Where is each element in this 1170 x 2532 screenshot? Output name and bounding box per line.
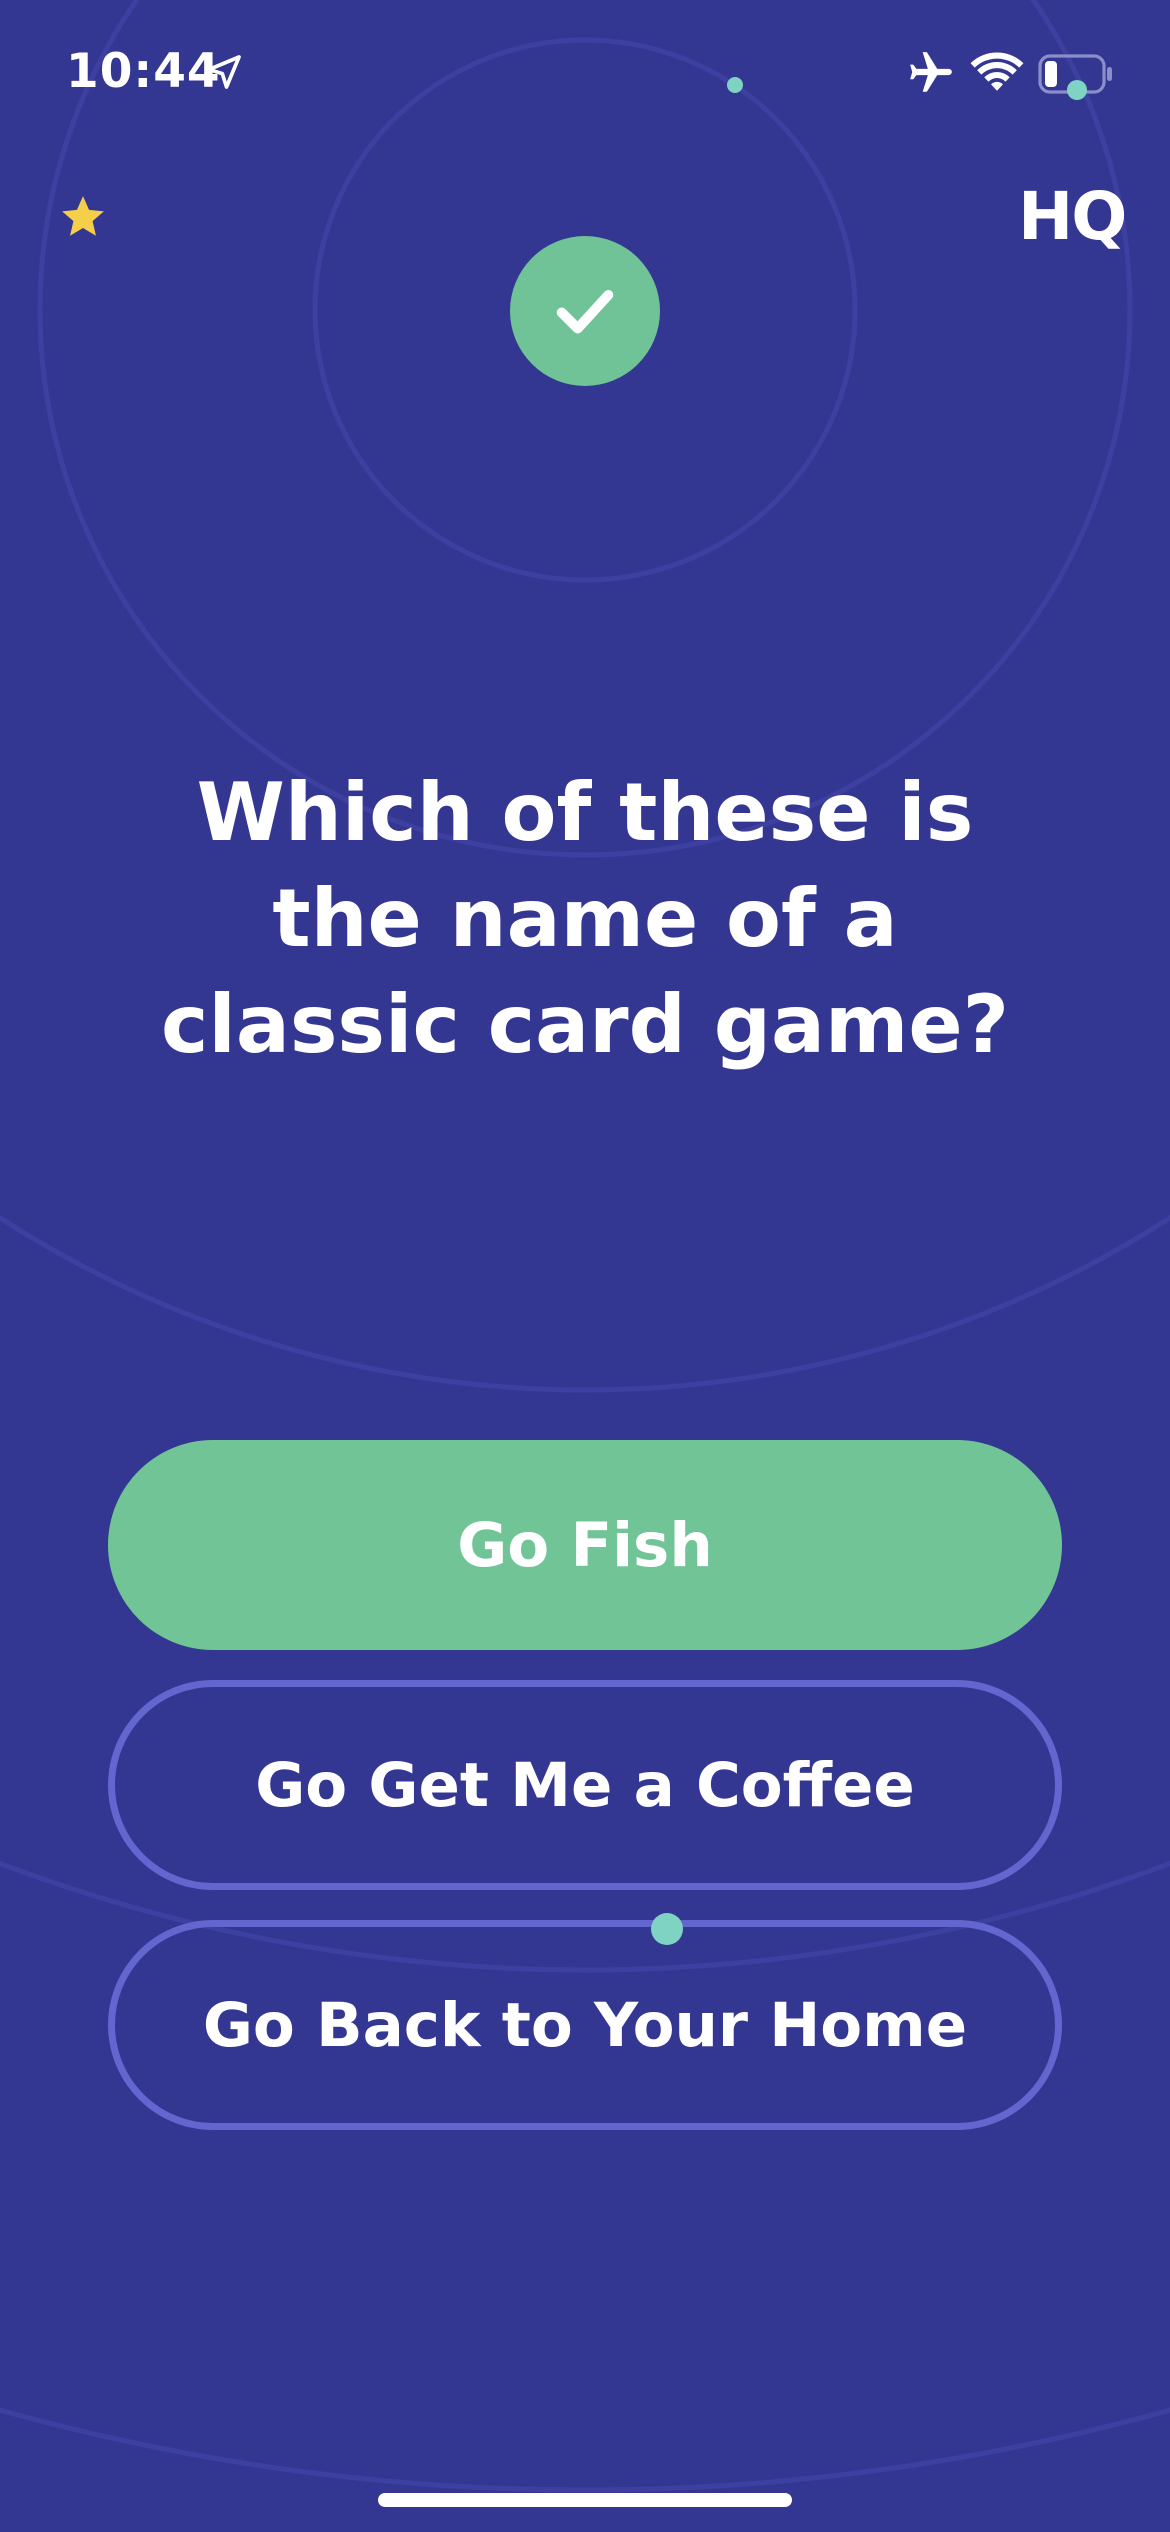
question-text: Which of these is the name of a classic … bbox=[160, 766, 1009, 1071]
hq-logo: HQ bbox=[1018, 178, 1127, 255]
game-screen: 10:44 HQ Which of these is the name of a… bbox=[0, 0, 1170, 2532]
status-time: 10:44 bbox=[66, 44, 221, 99]
decorative-dot bbox=[651, 1913, 683, 1945]
status-bar: 10:44 bbox=[0, 0, 1170, 140]
airplane-icon bbox=[910, 52, 952, 92]
decorative-dot bbox=[1067, 80, 1087, 100]
answer-option-3[interactable]: Go Back to Your Home bbox=[108, 1920, 1062, 2130]
location-arrow-icon bbox=[207, 55, 241, 89]
answer-label: Go Fish bbox=[457, 1509, 713, 1581]
decorative-dot bbox=[727, 77, 743, 93]
answer-label: Go Back to Your Home bbox=[202, 1989, 968, 2061]
star-icon[interactable] bbox=[58, 192, 108, 242]
answer-label: Go Get Me a Coffee bbox=[255, 1749, 915, 1821]
home-indicator[interactable] bbox=[378, 2493, 792, 2507]
correct-badge bbox=[510, 236, 660, 386]
wifi-icon bbox=[970, 52, 1024, 91]
checkmark-icon bbox=[556, 290, 614, 334]
answer-option-2[interactable]: Go Get Me a Coffee bbox=[108, 1680, 1062, 1890]
answer-option-1[interactable]: Go Fish bbox=[108, 1440, 1062, 1650]
